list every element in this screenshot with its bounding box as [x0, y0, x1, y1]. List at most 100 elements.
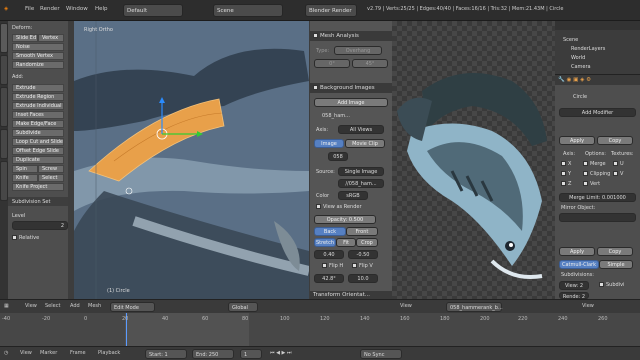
merge-limit-field[interactable]: Merge Limit: 0.001000 — [559, 193, 636, 202]
extrude-button[interactable]: Extrude — [12, 84, 64, 92]
axis-z-checkbox[interactable]: Z — [561, 181, 571, 187]
opacity-field[interactable]: Opacity: 0.500 — [314, 215, 376, 224]
crop-button[interactable]: Crop — [356, 238, 378, 247]
spin-button[interactable]: Spin — [12, 165, 38, 173]
mirror-u-checkbox[interactable]: U — [613, 161, 624, 167]
timeline-menu-frame[interactable]: Frame — [70, 350, 86, 356]
slide-vertex-button[interactable]: Vertex — [38, 34, 64, 42]
outliner-item-renderlayers[interactable]: RenderLayers — [571, 46, 605, 52]
menu-add[interactable]: Add — [70, 303, 80, 309]
properties-tabs[interactable]: 🔧 ◉ ▣ ◈ ⚙ — [555, 75, 640, 85]
3d-viewport[interactable]: Right Ortho (1) Circle — [74, 21, 309, 299]
props-menu-view[interactable]: View — [582, 303, 594, 309]
rotation-field[interactable]: 42.8° — [314, 274, 344, 283]
flip-v-checkbox[interactable]: Flip V — [352, 263, 373, 269]
extrude-individual-button[interactable]: Extrude Individual — [12, 102, 64, 110]
inset-faces-button[interactable]: Inset Faces — [12, 111, 64, 119]
tab-tools[interactable] — [0, 23, 8, 53]
merge-checkbox[interactable]: Merge — [583, 161, 606, 167]
menu-mesh[interactable]: Mesh — [88, 303, 101, 309]
sync-select[interactable]: No Sync — [360, 349, 402, 359]
range-min[interactable]: 0° — [314, 59, 350, 68]
knife-project-button[interactable]: Knife Project — [12, 183, 64, 191]
timeline-menu-view[interactable]: View — [20, 350, 32, 356]
subdivide-button[interactable]: Subdivide — [12, 129, 64, 137]
vertex-groups-checkbox[interactable]: Vert — [583, 181, 600, 187]
start-frame-field[interactable]: Start: 1 — [145, 349, 187, 359]
operator-panel-header[interactable]: Subdivision Set — [8, 197, 68, 206]
relative-checkbox[interactable]: Relative — [12, 235, 39, 241]
timeline-menu-marker[interactable]: Marker — [40, 350, 57, 356]
y-offset-field[interactable]: -0.50 — [348, 250, 378, 259]
outliner-item-world[interactable]: World — [571, 55, 585, 61]
screw-button[interactable]: Screw — [38, 165, 64, 173]
tab-image[interactable]: Image — [314, 139, 344, 148]
size-field[interactable]: 10.0 — [348, 274, 378, 283]
front-button[interactable]: Front — [346, 227, 378, 236]
simple-button[interactable]: Simple — [599, 260, 633, 269]
tab-grease-pencil[interactable] — [0, 161, 8, 201]
loop-cut-button[interactable]: Loop Cut and Slide — [12, 138, 64, 146]
bg-image-name[interactable]: 058_ham... — [322, 113, 350, 119]
duplicate-button[interactable]: Duplicate — [12, 156, 64, 164]
smooth-vertex-button[interactable]: Smooth Vertex — [12, 52, 64, 60]
slide-edge-button[interactable]: Slide Ed — [12, 34, 38, 42]
menu-help[interactable]: Help — [95, 6, 108, 12]
mirror-object-field[interactable] — [559, 213, 636, 222]
knife-select-button[interactable]: Select — [38, 174, 64, 182]
outliner-item-scene[interactable]: Scene — [563, 37, 578, 43]
image-menu-view[interactable]: View — [400, 303, 412, 309]
x-offset-field[interactable]: 0.40 — [314, 250, 344, 259]
image-datablock[interactable]: 058 — [328, 152, 348, 161]
view-as-render-checkbox[interactable]: View as Render — [316, 204, 362, 210]
stretch-button[interactable]: Stretch — [314, 238, 336, 247]
render-levels-field[interactable]: Rende: 2 — [559, 292, 589, 299]
end-frame-field[interactable]: End: 250 — [192, 349, 234, 359]
orientation-select[interactable]: Global — [228, 302, 258, 312]
timeline-menu-playback[interactable]: Playback — [98, 350, 120, 356]
subdivide-uvs-checkbox[interactable]: Subdivi — [599, 282, 624, 288]
mirror-apply-button[interactable]: Apply — [559, 136, 595, 145]
subsurf-apply-button[interactable]: Apply — [559, 247, 595, 256]
add-modifier-button[interactable]: Add Modifier — [559, 108, 636, 117]
type-select[interactable]: Overhang — [334, 46, 382, 55]
axis-select[interactable]: All Views — [338, 125, 384, 134]
outliner-item-camera[interactable]: Camera — [571, 64, 591, 70]
range-max[interactable]: 45° — [352, 59, 388, 68]
editor-type-icon[interactable]: ▦ — [4, 303, 9, 309]
layout-select[interactable]: Default — [123, 4, 183, 17]
timeline-editor-icon[interactable]: ◷ — [4, 350, 8, 356]
color-space-select[interactable]: sRGB — [338, 191, 368, 200]
tab-movie-clip[interactable]: Movie Clip — [345, 139, 385, 148]
mirror-v-checkbox[interactable]: V — [613, 171, 623, 177]
menu-render[interactable]: Render — [40, 6, 60, 12]
source-select[interactable]: Single Image — [338, 167, 384, 176]
clipping-checkbox[interactable]: Clipping — [583, 171, 610, 177]
view-levels-field[interactable]: View: 2 — [559, 281, 589, 290]
transform-orientation-header[interactable]: Transform Orientat... — [310, 291, 392, 299]
menu-file[interactable]: File — [25, 6, 34, 12]
make-edge-face-button[interactable]: Make Edge/Face — [12, 120, 64, 128]
knife-button[interactable]: Knife — [12, 174, 38, 182]
tab-create[interactable] — [0, 55, 8, 85]
add-image-button[interactable]: Add Image — [314, 98, 388, 107]
axis-x-checkbox[interactable]: X — [561, 161, 571, 167]
catmull-clark-button[interactable]: Catmull-Clark — [559, 260, 599, 269]
menu-window[interactable]: Window — [66, 6, 88, 12]
noise-button[interactable]: Noise — [12, 43, 64, 51]
level-field[interactable]: 2 — [12, 221, 68, 230]
image-viewport[interactable] — [392, 21, 555, 299]
mode-select[interactable]: Edit Mode — [110, 302, 155, 312]
scene-select[interactable]: Scene — [213, 4, 283, 17]
flip-h-checkbox[interactable]: Flip H — [322, 263, 343, 269]
image-select[interactable]: 058_hammerank_b... — [446, 302, 503, 312]
tab-shading-uvs[interactable] — [0, 87, 8, 127]
randomize-button[interactable]: Randomize — [12, 61, 64, 69]
playback-controls[interactable]: ⏮ ◀ ▶ ⏭ — [270, 350, 291, 356]
tab-options[interactable] — [0, 129, 8, 159]
fit-button[interactable]: Fit — [336, 238, 356, 247]
render-engine-select[interactable]: Blender Render — [305, 4, 357, 17]
filepath-field[interactable]: //058_ham... — [338, 179, 384, 188]
subsurf-copy-button[interactable]: Copy — [597, 247, 633, 256]
bg-images-header[interactable]: Background Images — [310, 83, 392, 93]
